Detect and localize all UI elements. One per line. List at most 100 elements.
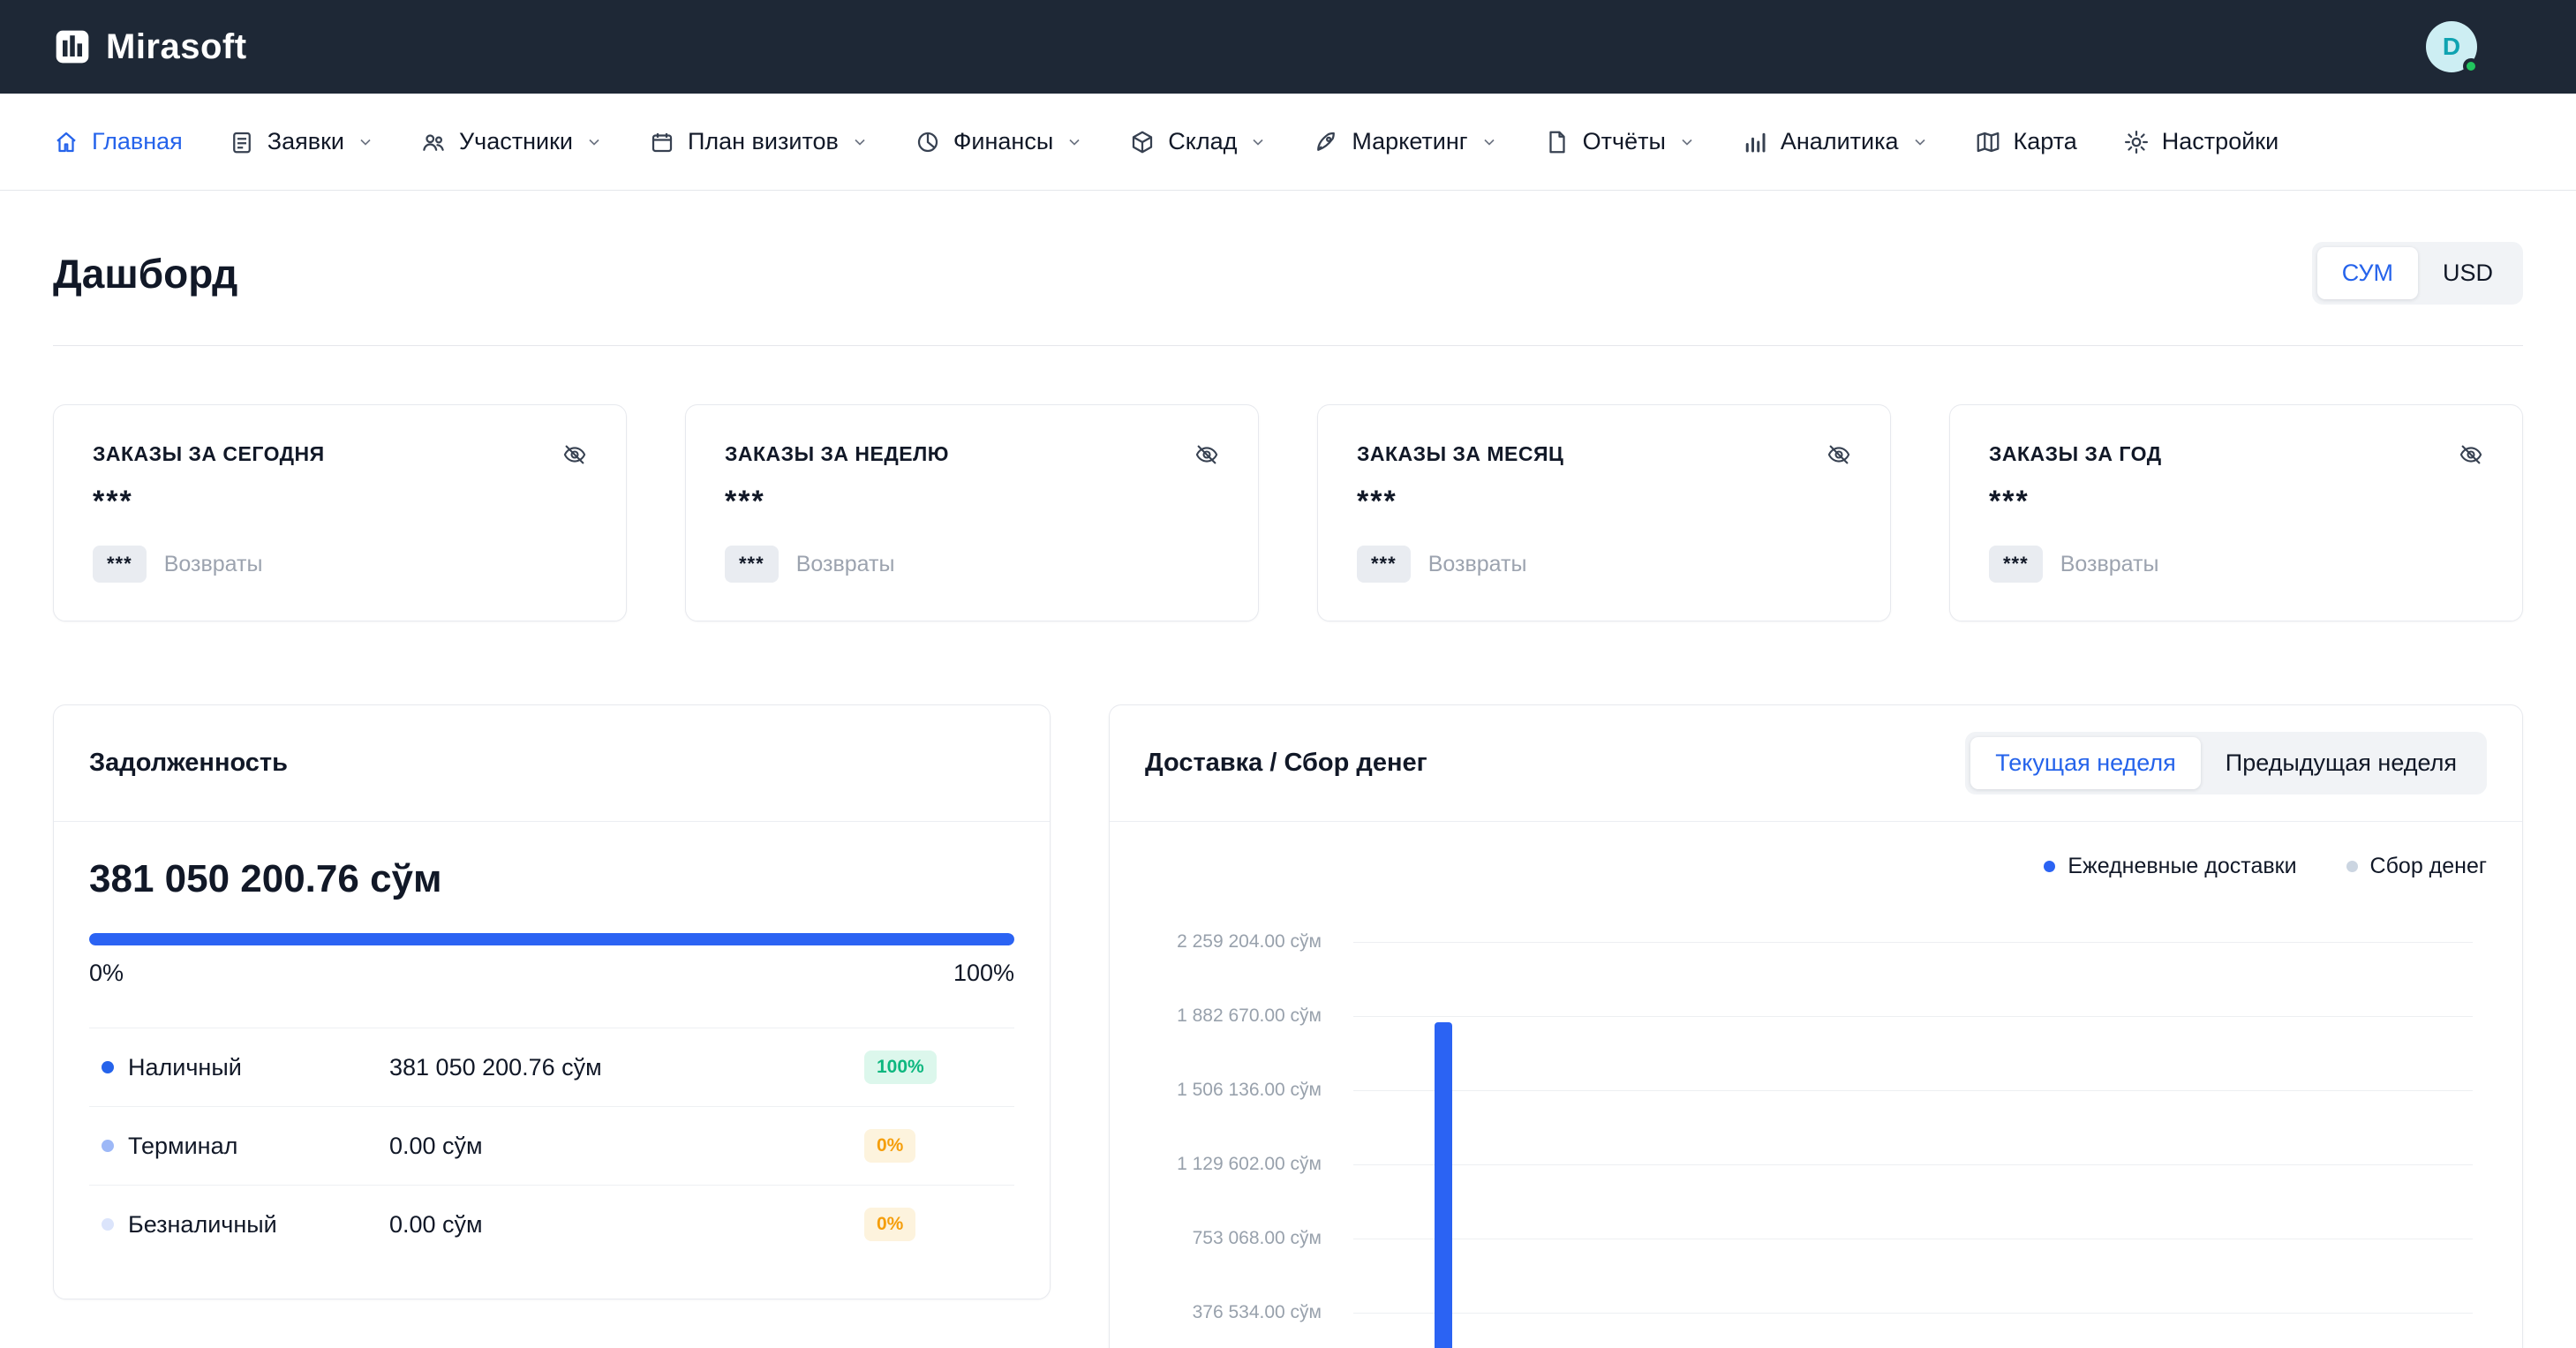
debt-table: Наличный 381 050 200.76 сўм 100% Термина… [89,1028,1014,1263]
payment-type-label: Терминал [128,1133,237,1160]
nav-item-uchastniki[interactable]: Участники [420,128,603,155]
avatar-letter: D [2443,33,2460,61]
scale-min-label: 0% [89,960,124,987]
topbar: Mirasoft D [0,0,2576,94]
chart-plot [1353,942,2473,1348]
returns-label: Возвраты [2060,552,2159,577]
stat-card-title: ЗАКАЗЫ ЗА ГОД [1989,442,2162,466]
y-tick-label: 1 129 602.00 сўм [1177,1154,1322,1175]
y-tick-label: 2 259 204.00 сўм [1177,931,1322,953]
nav-item-label: Аналитика [1781,128,1899,155]
chevron-down-icon [357,133,374,151]
nav-item-analitika[interactable]: Аналитика [1742,128,1929,155]
page-title: Дашборд [53,250,237,297]
bar-chart-icon [1742,129,1768,155]
stat-card-title: ЗАКАЗЫ ЗА СЕГОДНЯ [93,442,325,466]
debt-panel: Задолженность 381 050 200.76 сўм 0% 100%… [53,704,1051,1299]
nav-item-label: План визитов [688,128,839,155]
chevron-down-icon [1066,133,1083,151]
report-icon [1544,129,1570,155]
chart-bar[interactable] [1435,1022,1452,1348]
legend-label: Сбор денег [2370,854,2487,879]
nav-item-zayavki[interactable]: Заявки [229,128,374,155]
chart-legend: Ежедневные доставки Сбор денег [1145,847,2487,885]
legend-item-collection[interactable]: Сбор денег [2346,854,2487,879]
avatar[interactable]: D [2426,21,2477,72]
nav-item-sklad[interactable]: Склад [1129,128,1267,155]
series-dot [102,1140,114,1152]
chevron-down-icon [851,133,869,151]
legend-dot-blue [2044,861,2055,872]
currency-toggle: СУМ USD [2312,242,2523,305]
currency-option-usd[interactable]: USD [2418,247,2518,299]
nav-item-glavnaya[interactable]: Главная [53,128,183,155]
y-tick-label: 1 882 670.00 сўм [1177,1005,1322,1027]
stat-card-orders-week: ЗАКАЗЫ ЗА НЕДЕЛЮ *** *** Возвраты [685,404,1259,621]
gear-icon [2123,129,2150,155]
rocket-icon [1313,129,1339,155]
nav-item-label: Маркетинг [1352,128,1467,155]
nav-item-nastroyki[interactable]: Настройки [2123,128,2278,155]
chart-y-axis: 2 259 204.00 сўм 1 882 670.00 сўм 1 506 … [1145,942,1322,1348]
nav-item-label: Участники [459,128,573,155]
y-tick-label: 1 506 136.00 сўм [1177,1080,1322,1101]
stat-cards-row: ЗАКАЗЫ ЗА СЕГОДНЯ *** *** Возвраты ЗАКАЗ… [53,404,2523,621]
gridline [1353,1090,2473,1091]
delivery-chart: 2 259 204.00 сўм 1 882 670.00 сўм 1 506 … [1145,942,2487,1348]
tab-current-week[interactable]: Текущая неделя [1970,737,2201,789]
table-row: Наличный 381 050 200.76 сўм 100% [89,1028,1014,1106]
stat-card-value: *** [725,485,1219,519]
scale-max-label: 100% [953,960,1014,987]
table-row: Терминал 0.00 сўм 0% [89,1106,1014,1185]
main-nav: Главная Заявки Участники План визитов Фи… [0,94,2576,191]
nav-item-label: Финансы [953,128,1053,155]
nav-item-label: Склад [1168,128,1237,155]
nav-item-label: Заявки [267,128,344,155]
returns-value-badge: *** [93,546,147,583]
series-dot [102,1061,114,1073]
legend-item-deliveries[interactable]: Ежедневные доставки [2044,854,2296,879]
payment-type-label: Наличный [128,1054,242,1081]
percent-badge: 0% [864,1208,915,1241]
nav-item-plan-vizitov[interactable]: План визитов [649,128,869,155]
document-icon [229,129,255,155]
nav-item-marketing[interactable]: Маркетинг [1313,128,1497,155]
gridline [1353,942,2473,943]
eye-off-icon[interactable] [2459,442,2483,467]
stat-card-title: ЗАКАЗЫ ЗА НЕДЕЛЮ [725,442,949,466]
gridline [1353,1164,2473,1165]
eye-off-icon[interactable] [1194,442,1219,467]
delivery-panel-title: Доставка / Сбор денег [1145,749,1427,778]
stat-card-value: *** [93,485,587,519]
y-tick-label: 753 068.00 сўм [1193,1228,1322,1249]
map-icon [1975,129,2001,155]
eye-off-icon[interactable] [562,442,587,467]
series-dot [102,1218,114,1231]
nav-item-otchety[interactable]: Отчёты [1544,128,1696,155]
stat-card-value: *** [1357,485,1851,519]
gridline [1353,1016,2473,1017]
returns-value-badge: *** [1989,546,2043,583]
brand[interactable]: Mirasoft [53,27,247,67]
brand-logo-icon [53,27,92,66]
payment-amount: 381 050 200.76 сўм [389,1054,864,1081]
chevron-down-icon [1480,133,1498,151]
nav-item-finansy[interactable]: Финансы [915,128,1083,155]
stat-card-orders-year: ЗАКАЗЫ ЗА ГОД *** *** Возвраты [1949,404,2523,621]
table-row: Безналичный 0.00 сўм 0% [89,1185,1014,1263]
chevron-down-icon [585,133,603,151]
nav-item-label: Настройки [2162,128,2278,155]
debt-progress-bar[interactable] [89,933,1014,945]
gridline [1353,1313,2473,1314]
y-tick-label: 376 534.00 сўм [1193,1302,1322,1323]
tab-previous-week[interactable]: Предыдущая неделя [2201,737,2482,789]
nav-item-karta[interactable]: Карта [1975,128,2077,155]
currency-option-sum[interactable]: СУМ [2317,247,2418,299]
stat-card-orders-today: ЗАКАЗЫ ЗА СЕГОДНЯ *** *** Возвраты [53,404,627,621]
main-content: Дашборд СУМ USD ЗАКАЗЫ ЗА СЕГОДНЯ *** **… [0,191,2576,1348]
box-icon [1129,129,1156,155]
week-tabs: Текущая неделя Предыдущая неделя [1965,732,2487,794]
debt-progress-fill [89,933,1014,945]
page-header: Дашборд СУМ USD [53,191,2523,346]
eye-off-icon[interactable] [1827,442,1851,467]
